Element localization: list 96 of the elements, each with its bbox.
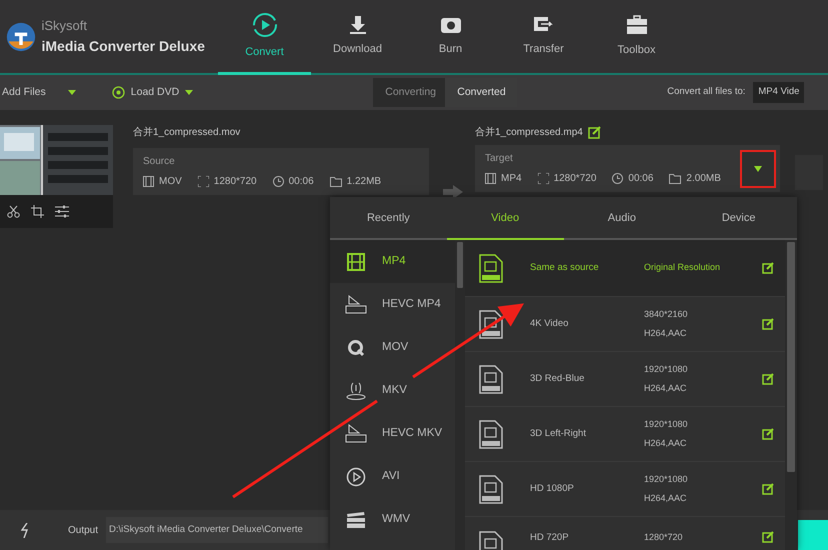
resize-icon: [538, 173, 549, 184]
preset-name: HD 1080P: [530, 482, 575, 496]
info-value: 1280*720: [554, 172, 596, 186]
nav-tab[interactable]: Burn: [404, 0, 497, 75]
clock-icon: [612, 173, 624, 184]
hevc-icon: [345, 294, 367, 314]
nav-tab[interactable]: Transfer: [497, 0, 590, 75]
hevc-icon: [345, 424, 367, 444]
quicktime-icon: [347, 338, 365, 356]
resolution-text: Original Resolution: [644, 261, 722, 274]
nav-tab[interactable]: Download: [311, 0, 404, 75]
scrollbar-thumb[interactable]: [457, 242, 463, 288]
brand-name: iSkysoft: [42, 17, 88, 36]
resolution-text: 1920*1080: [644, 472, 689, 486]
info-value: MP4: [501, 172, 522, 186]
edit-icon[interactable]: [762, 428, 774, 440]
preset-item[interactable]: 3D Left-Right 1920*1080 H264,AAC: [465, 407, 785, 462]
output-label: Output: [68, 524, 98, 538]
lightning-icon[interactable]: [21, 522, 30, 538]
folder-icon: [669, 174, 682, 184]
codec-text: H264,AAC: [644, 437, 688, 450]
film-icon: [143, 176, 154, 187]
disc-icon: [112, 86, 125, 99]
preset-item[interactable]: 3D Red-Blue 1920*1080 H264,AAC: [465, 352, 785, 407]
format-select[interactable]: MP4 Vide: [753, 82, 804, 103]
convert-all-label: Convert all files to:: [667, 85, 746, 100]
film-icon: [347, 252, 365, 270]
edit-icon[interactable]: [762, 483, 774, 495]
format-item[interactable]: MP4: [330, 240, 455, 283]
preset-item[interactable]: Same as source Original Resolution: [465, 240, 785, 297]
info-value: 00:06: [628, 172, 654, 186]
scissors-icon[interactable]: [7, 205, 20, 218]
preset-name: 3D Left-Right: [530, 426, 587, 441]
caret-icon: [68, 90, 76, 95]
preset-item[interactable]: HD 1080P 1920*1080 H264,AAC: [465, 462, 785, 517]
scrollbar-thumb[interactable]: [787, 242, 795, 472]
app-logo-icon: [6, 22, 36, 52]
preset-name: Same as source: [530, 260, 600, 275]
edit-icon[interactable]: [588, 126, 602, 139]
panel-heading: Target: [485, 152, 514, 166]
format-dropdown-button[interactable]: [740, 150, 776, 188]
file-icon: [479, 310, 503, 338]
resize-icon: [198, 176, 209, 187]
clock-icon: [272, 176, 284, 187]
toolbox-icon: [626, 14, 648, 36]
resolution-text: 3840*2160: [644, 308, 689, 320]
info-value: 1.22MB: [346, 175, 382, 189]
preset-name: 4K Video: [530, 316, 570, 331]
preset-name: 3D Red-Blue: [530, 372, 586, 386]
info-value: 2.00MB: [686, 172, 721, 186]
file-icon: [479, 474, 503, 504]
nav-tab[interactable]: Toolbox: [590, 0, 683, 75]
caret-icon: [185, 90, 194, 95]
load-dvd-button[interactable]: Load DVD: [112, 84, 194, 100]
format-item[interactable]: HEVC MKV: [330, 412, 455, 455]
film-icon: [485, 173, 496, 184]
format-item[interactable]: MOV: [330, 326, 455, 369]
edit-icon[interactable]: [762, 531, 774, 543]
codec-text: H264,AAC: [644, 382, 688, 395]
format-item[interactable]: WMV: [330, 498, 455, 541]
status-tab[interactable]: Converting: [373, 78, 446, 108]
mkv-icon: [345, 380, 367, 400]
clapper-icon: [346, 510, 366, 528]
preset-item[interactable]: 4K Video 3840*2160 H264,AAC: [465, 297, 785, 352]
panel-heading: Source: [143, 155, 176, 169]
edit-icon[interactable]: [762, 318, 774, 330]
add-files-button[interactable]: Add Files: [2, 84, 76, 100]
resolution-text: 1920*1080: [644, 362, 689, 376]
preset-name: HD 720P: [530, 531, 570, 545]
output-path-field[interactable]: D:\iSkysoft iMedia Converter Deluxe\Converte: [106, 517, 328, 543]
info-value: 1280*720: [214, 175, 257, 189]
resolution-text: 1280*720: [644, 531, 684, 544]
product-name: iMedia Converter Deluxe: [42, 36, 205, 56]
caret-icon: [754, 166, 762, 172]
edit-icon[interactable]: [762, 373, 774, 385]
edit-icon[interactable]: [762, 262, 774, 274]
folder-icon: [330, 176, 342, 186]
file-icon: [479, 420, 503, 448]
arrow-icon: [443, 185, 463, 199]
play-icon: [346, 466, 366, 486]
format-item[interactable]: HEVC MP4: [330, 283, 455, 326]
file-icon: [479, 364, 503, 394]
codec-text: H264,AAC: [644, 492, 688, 505]
codec-text: H264,AAC: [644, 327, 688, 340]
file-icon: [479, 254, 503, 282]
file-name: 合并1_compressed.mov: [133, 126, 242, 140]
format-item[interactable]: AVI: [330, 455, 455, 498]
download-icon: [348, 14, 366, 35]
crop-icon[interactable]: [31, 205, 44, 218]
resolution-text: 1920*1080: [644, 418, 689, 430]
convert-icon: [252, 12, 278, 38]
format-item[interactable]: MKV: [330, 369, 455, 412]
sliders-icon[interactable]: [55, 205, 69, 218]
file-name: 合并1_compressed.mp4: [475, 126, 583, 140]
info-value: MOV: [159, 175, 182, 189]
info-value: 00:06: [288, 175, 314, 189]
